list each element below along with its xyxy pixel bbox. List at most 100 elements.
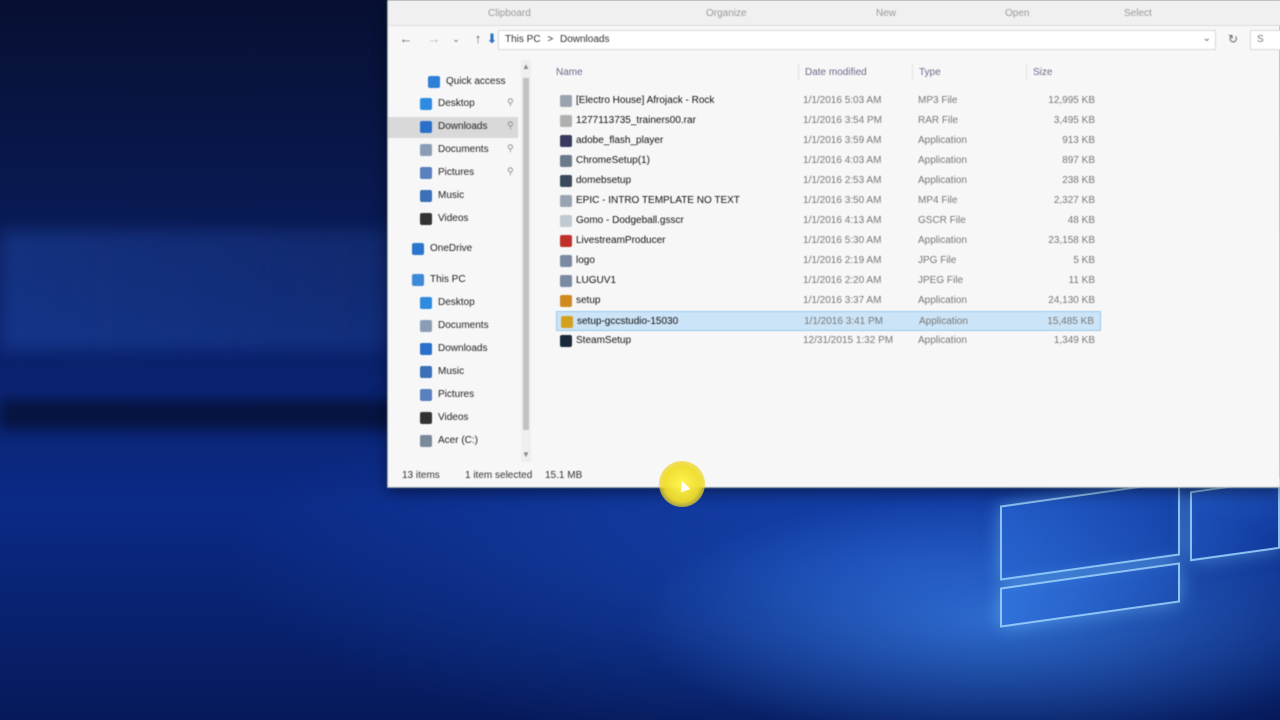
- nav-item-music[interactable]: Music: [388, 186, 518, 207]
- nav-item-onedrive[interactable]: OneDrive: [388, 239, 518, 260]
- file-type: JPG File: [918, 255, 957, 266]
- file-date-modified: 1/1/2016 3:59 AM: [803, 135, 882, 146]
- address-bar[interactable]: This PC > Downloads ⌄: [498, 30, 1216, 50]
- file-type: GSCR File: [918, 215, 966, 226]
- ribbon-group-clipboard: Clipboard: [488, 8, 531, 19]
- pin-icon[interactable]: ⚲: [507, 166, 514, 177]
- scrollbar-thumb[interactable]: [523, 78, 529, 430]
- status-selected-size: 15.1 MB: [545, 470, 583, 481]
- nav-item-pictures[interactable]: Pictures: [388, 385, 518, 406]
- file-row[interactable]: ChromeSetup(1) 1/1/2016 4:03 AM Applicatio…: [556, 151, 1101, 171]
- forward-arrow-icon[interactable]: →: [426, 31, 442, 47]
- column-separator[interactable]: [912, 63, 913, 81]
- file-name: logo: [576, 255, 595, 266]
- nav-item-acer-c[interactable]: Acer (C:): [388, 431, 518, 452]
- file-row[interactable]: LUGUV1 1/1/2016 2:20 AM JPEG File 11 KB: [556, 271, 1101, 291]
- nav-item-label: Pictures: [438, 389, 475, 400]
- file-date-modified: 1/1/2016 5:03 AM: [803, 95, 882, 106]
- file-size: 2,327 KB: [1053, 195, 1095, 206]
- breadcrumb-this-pc[interactable]: This PC: [505, 34, 541, 45]
- back-arrow-icon[interactable]: ←: [398, 31, 414, 47]
- nav-item-pictures[interactable]: Pictures ⚲: [388, 163, 518, 184]
- file-row[interactable]: LivestreamProducer 1/1/2016 5:30 AM Applic…: [556, 231, 1101, 251]
- nav-item-documents[interactable]: Documents: [388, 316, 518, 337]
- file-row[interactable]: setup-gccstudio-15030 1/1/2016 3:41 PM App…: [556, 311, 1101, 331]
- scroll-up-icon[interactable]: ▲: [522, 62, 530, 71]
- navigation-scrollbar[interactable]: ▲ ▼: [521, 60, 531, 462]
- column-header-size[interactable]: Size: [1033, 67, 1052, 78]
- breadcrumb-downloads[interactable]: Downloads: [560, 34, 609, 45]
- file-date-modified: 1/1/2016 3:54 PM: [803, 115, 882, 126]
- nav-item-desktop[interactable]: Desktop: [388, 293, 518, 314]
- file-row[interactable]: adobe_flash_player 1/1/2016 3:59 AM Applic…: [556, 131, 1101, 151]
- nav-item-downloads[interactable]: Downloads ⚲: [388, 117, 518, 138]
- file-row[interactable]: setup 1/1/2016 3:37 AM Application 24,130 K…: [556, 291, 1101, 311]
- file-type: Application: [918, 135, 967, 146]
- nav-item-label: OneDrive: [430, 243, 473, 254]
- pin-icon[interactable]: ⚲: [507, 97, 514, 108]
- documents-icon: [420, 320, 432, 332]
- videos-icon: [420, 412, 432, 424]
- file-row[interactable]: 1277113735_trainers00.rar 1/1/2016 3:54 P…: [556, 111, 1101, 131]
- file-name: EPIC - INTRO TEMPLATE NO TEXT: [576, 195, 740, 206]
- nav-item-music[interactable]: Music: [388, 362, 518, 383]
- pin-icon[interactable]: ⚲: [507, 143, 514, 154]
- nav-item-videos[interactable]: Videos: [388, 209, 518, 230]
- file-type: Application: [919, 316, 968, 327]
- file-size: 48 KB: [1067, 215, 1095, 226]
- music-icon: [420, 366, 432, 378]
- nav-item-this-pc[interactable]: This PC: [388, 270, 518, 291]
- nav-item-downloads[interactable]: Downloads: [388, 339, 518, 360]
- file-name: setup-gccstudio-15030: [577, 316, 679, 327]
- chevron-down-icon[interactable]: ⌄: [1203, 33, 1211, 44]
- chrome-icon: [560, 155, 572, 167]
- file-size: 1,349 KB: [1053, 335, 1095, 346]
- nav-item-videos[interactable]: Videos: [388, 408, 518, 429]
- ribbon-group-new: New: [876, 8, 897, 19]
- nav-item-label: Videos: [438, 412, 469, 423]
- status-item-count: 13 items: [402, 470, 440, 481]
- column-header-type[interactable]: Type: [919, 67, 941, 78]
- file-row[interactable]: logo 1/1/2016 2:19 AM JPG File 5 KB: [556, 251, 1101, 271]
- nav-item-desktop[interactable]: Desktop ⚲: [388, 94, 518, 115]
- flash-icon: [560, 135, 572, 147]
- cloud-icon: [412, 243, 424, 255]
- search-icon: S: [1257, 34, 1264, 45]
- file-row[interactable]: [Electro House] Afrojack - Rock 1/1/2016 …: [556, 91, 1101, 111]
- desktop-icon: [420, 297, 432, 309]
- file-name: [Electro House] Afrojack - Rock: [576, 95, 715, 106]
- ribbon-group-select: Select: [1124, 8, 1152, 19]
- column-header-date[interactable]: Date modified: [805, 67, 867, 78]
- file-date-modified: 1/1/2016 5:30 AM: [803, 235, 882, 246]
- search-input[interactable]: S: [1250, 30, 1280, 50]
- file-row[interactable]: EPIC - INTRO TEMPLATE NO TEXT 1/1/2016 3:…: [556, 191, 1101, 211]
- nav-item-label: Downloads: [438, 121, 488, 132]
- file-type: RAR File: [918, 115, 959, 126]
- file-date-modified: 1/1/2016 2:19 AM: [803, 255, 882, 266]
- file-row[interactable]: Gomo - Dodgeball.gsscr 1/1/2016 4:13 AM GS…: [556, 211, 1101, 231]
- file-date-modified: 1/1/2016 2:53 AM: [803, 175, 882, 186]
- audio-file-icon: [560, 95, 572, 107]
- file-row[interactable]: domebsetup 1/1/2016 2:53 AM Application 238…: [556, 171, 1101, 191]
- installer-icon: [561, 316, 573, 328]
- column-separator[interactable]: [798, 63, 799, 81]
- pin-icon[interactable]: ⚲: [507, 120, 514, 131]
- recent-locations-icon[interactable]: ⌄: [448, 31, 464, 47]
- nav-item-quick-access[interactable]: Quick access: [388, 72, 518, 93]
- nav-item-label: Music: [438, 190, 465, 201]
- livestream-icon: [560, 235, 572, 247]
- videos-icon: [420, 213, 432, 225]
- column-header-name[interactable]: Name: [556, 67, 583, 78]
- scroll-down-icon[interactable]: ▼: [522, 450, 530, 459]
- wallpaper-shadow-band: [0, 400, 395, 430]
- file-size: 238 KB: [1062, 175, 1095, 186]
- file-type: Application: [918, 335, 967, 346]
- nav-item-documents[interactable]: Documents ⚲: [388, 140, 518, 161]
- ribbon-group-organize: Organize: [706, 8, 747, 19]
- file-type: Application: [918, 175, 967, 186]
- refresh-icon[interactable]: ↻: [1226, 32, 1240, 46]
- column-separator[interactable]: [1026, 63, 1027, 81]
- file-row[interactable]: SteamSetup 12/31/2015 1:32 PM Application 1…: [556, 331, 1101, 351]
- file-size: 12,995 KB: [1048, 95, 1095, 106]
- file-name: LivestreamProducer: [576, 235, 666, 246]
